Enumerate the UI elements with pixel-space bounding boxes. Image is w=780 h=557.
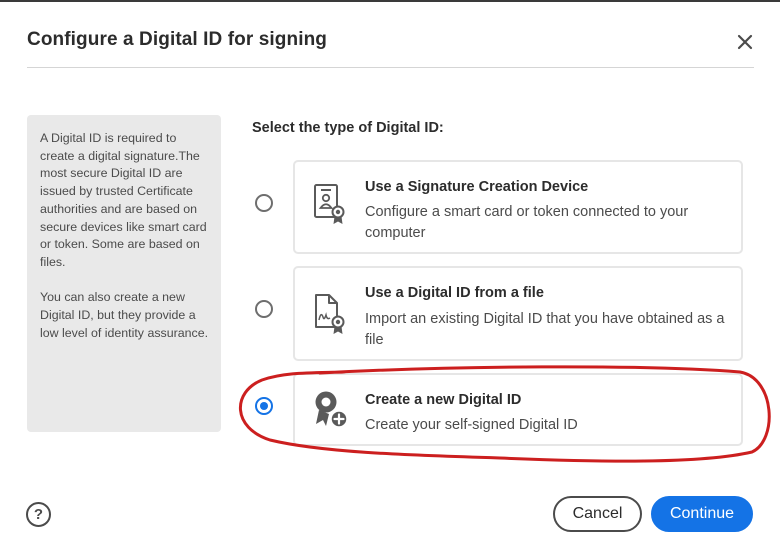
option-description: Create your self-signed Digital ID bbox=[365, 417, 578, 433]
new-digital-id-icon bbox=[315, 391, 348, 428]
header-divider bbox=[27, 67, 754, 68]
radio-new-digital-id[interactable] bbox=[255, 397, 273, 415]
option-card-digital-id-file[interactable]: Use a Digital ID from a file Import an e… bbox=[293, 266, 743, 361]
signature-device-icon bbox=[314, 184, 345, 224]
option-description: Import an existing Digital ID that you h… bbox=[365, 311, 725, 348]
radio-signature-device[interactable] bbox=[255, 194, 273, 212]
continue-button[interactable]: Continue bbox=[651, 496, 753, 532]
radio-digital-id-file[interactable] bbox=[255, 300, 273, 318]
dialog-title: Configure a Digital ID for signing bbox=[27, 29, 328, 50]
section-heading: Select the type of Digital ID: bbox=[252, 120, 444, 136]
help-button[interactable]: ? bbox=[26, 502, 51, 527]
close-button[interactable] bbox=[733, 30, 757, 54]
option-description: Configure a smart card or token connecte… bbox=[365, 204, 689, 241]
option-card-signature-device[interactable]: Use a Signature Creation Device Configur… bbox=[293, 160, 743, 254]
option-title: Use a Digital ID from a file bbox=[365, 285, 544, 301]
info-paragraph-1: A Digital ID is required to create a dig… bbox=[40, 131, 207, 269]
option-card-new-digital-id[interactable]: Create a new Digital ID Create your self… bbox=[293, 373, 743, 446]
digital-id-file-icon bbox=[315, 294, 345, 334]
option-title: Use a Signature Creation Device bbox=[365, 179, 589, 195]
option-title: Create a new Digital ID bbox=[365, 392, 522, 408]
close-icon bbox=[737, 34, 753, 50]
info-panel: A Digital ID is required to create a dig… bbox=[27, 115, 221, 432]
dialog-header: Configure a Digital ID for signing bbox=[0, 0, 780, 70]
info-paragraph-2: You can also create a new Digital ID, bu… bbox=[40, 290, 209, 340]
cancel-button[interactable]: Cancel bbox=[553, 496, 642, 532]
